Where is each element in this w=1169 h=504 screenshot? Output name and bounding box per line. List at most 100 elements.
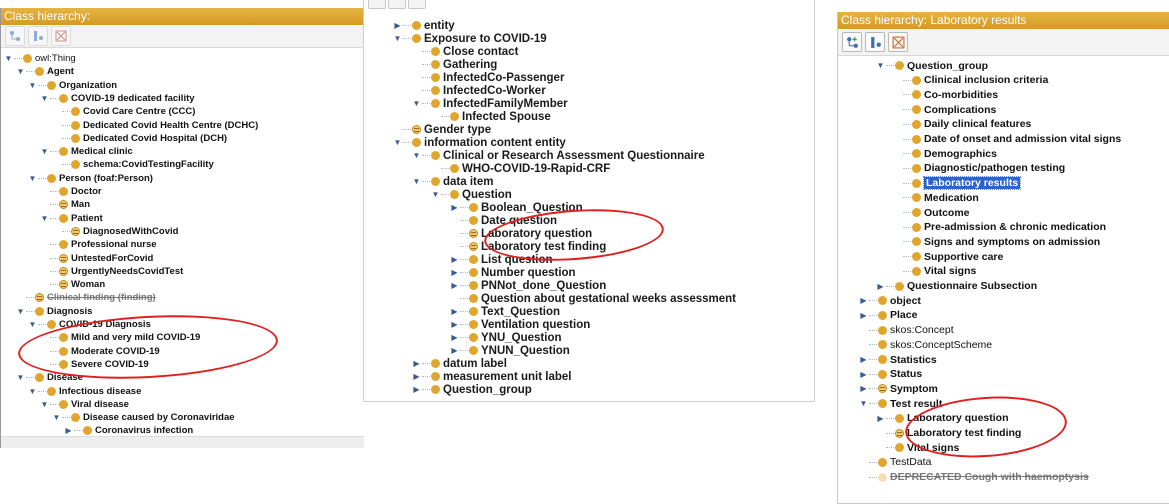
class-label[interactable]: List question bbox=[481, 254, 553, 266]
tree-node[interactable]: ▼ COVID-19 Diagnosis bbox=[27, 318, 151, 331]
collapse-toggle-icon[interactable]: ▼ bbox=[15, 67, 26, 76]
horizontal-scrollbar[interactable] bbox=[1, 436, 364, 448]
tree-node[interactable]: Pre-admission & chronic medication bbox=[892, 221, 1106, 234]
class-label[interactable]: skos:ConceptScheme bbox=[890, 339, 992, 351]
class-label[interactable]: entity bbox=[424, 20, 455, 32]
class-label[interactable]: Questionnaire Subsection bbox=[907, 280, 1037, 292]
class-label[interactable]: Status bbox=[890, 368, 922, 380]
tree-node[interactable]: ▼ Test result bbox=[858, 397, 943, 410]
delete-class-icon[interactable] bbox=[888, 32, 908, 52]
class-label[interactable]: Professional nurse bbox=[71, 239, 157, 250]
class-label[interactable]: WHO-COVID-19-Rapid-CRF bbox=[462, 163, 610, 175]
tree-node[interactable]: ▶ Statistics bbox=[858, 353, 937, 366]
class-label[interactable]: skos:Concept bbox=[890, 324, 954, 336]
tree-node[interactable]: ▼ Diagnosis bbox=[15, 305, 93, 318]
class-label[interactable]: object bbox=[890, 295, 921, 307]
tree-node[interactable]: ▶ Questionnaire Subsection bbox=[875, 280, 1037, 293]
class-label[interactable]: YNUN_Question bbox=[481, 345, 570, 357]
tree-node[interactable]: Laboratory results bbox=[892, 176, 1022, 191]
collapse-toggle-icon[interactable]: ▼ bbox=[27, 387, 38, 396]
delete-class-icon[interactable] bbox=[51, 26, 71, 46]
class-label[interactable]: Daily clinical features bbox=[924, 118, 1031, 130]
tree-node[interactable]: Mild and very mild COVID-19 bbox=[39, 331, 200, 344]
collapse-toggle-icon[interactable]: ▼ bbox=[392, 138, 403, 147]
expand-toggle-icon[interactable]: ▶ bbox=[411, 372, 422, 381]
tree-node[interactable]: ▼ data item bbox=[411, 175, 494, 188]
tree-node[interactable]: Gender type bbox=[392, 123, 491, 136]
tree-node[interactable]: ▶ YNUN_Question bbox=[449, 344, 570, 357]
collapse-toggle-icon[interactable]: ▼ bbox=[3, 54, 14, 63]
tree-node[interactable]: Laboratory test finding bbox=[449, 240, 606, 253]
class-label[interactable]: Co-morbidities bbox=[924, 89, 998, 101]
tree-node[interactable]: ▼ Exposure to COVID-19 bbox=[392, 32, 547, 45]
class-label[interactable]: Question_group bbox=[907, 60, 988, 72]
class-label[interactable]: UntestedForCovid bbox=[71, 253, 153, 264]
class-label[interactable]: Person (foaf:Person) bbox=[59, 173, 153, 184]
expand-toggle-icon[interactable]: ▶ bbox=[411, 385, 422, 394]
class-label[interactable]: Laboratory test finding bbox=[907, 427, 1021, 439]
delete-class-icon[interactable] bbox=[408, 0, 426, 9]
collapse-toggle-icon[interactable]: ▼ bbox=[15, 307, 26, 316]
class-label[interactable]: owl:Thing bbox=[35, 53, 76, 64]
class-label[interactable]: data item bbox=[443, 176, 494, 188]
class-label[interactable]: Laboratory results bbox=[922, 176, 1022, 191]
tree-node[interactable]: Diagnostic/pathogen testing bbox=[892, 162, 1065, 175]
tree-node[interactable]: ▶ datum label bbox=[411, 357, 506, 370]
class-label[interactable]: information content entity bbox=[424, 137, 566, 149]
expand-toggle-icon[interactable]: ▶ bbox=[875, 282, 886, 291]
expand-toggle-icon[interactable]: ▶ bbox=[449, 307, 460, 316]
collapse-toggle-icon[interactable]: ▼ bbox=[411, 99, 422, 108]
class-label[interactable]: Text_Question bbox=[481, 306, 560, 318]
class-label[interactable]: Question_group bbox=[443, 384, 532, 396]
collapse-toggle-icon[interactable]: ▼ bbox=[15, 373, 26, 382]
class-label[interactable]: Laboratory question bbox=[907, 412, 1009, 424]
tree-node[interactable]: Woman bbox=[39, 278, 105, 291]
expand-toggle-icon[interactable]: ▶ bbox=[858, 311, 869, 320]
tree-node[interactable]: Complications bbox=[892, 103, 996, 116]
tree-node[interactable]: Laboratory test finding bbox=[875, 427, 1021, 440]
class-label[interactable]: Patient bbox=[71, 213, 103, 224]
class-label[interactable]: Infected Spouse bbox=[462, 111, 551, 123]
collapse-toggle-icon[interactable]: ▼ bbox=[858, 399, 869, 408]
tree-node[interactable]: ▼ information content entity bbox=[392, 136, 566, 149]
class-label[interactable]: Gender type bbox=[424, 124, 491, 136]
class-label[interactable]: Coronavirus infection bbox=[95, 425, 193, 436]
class-label[interactable]: Organization bbox=[59, 80, 117, 91]
tree-node[interactable]: ▶ measurement unit label bbox=[411, 370, 571, 383]
tree-node[interactable]: skos:ConceptScheme bbox=[858, 338, 992, 351]
tree-node[interactable]: Gathering bbox=[411, 58, 497, 71]
expand-toggle-icon[interactable]: ▶ bbox=[449, 346, 460, 355]
class-label[interactable]: Ventilation question bbox=[481, 319, 590, 331]
expand-toggle-icon[interactable]: ▶ bbox=[858, 384, 869, 393]
tree-node[interactable]: ▶ Place bbox=[858, 309, 917, 322]
class-label[interactable]: Outcome bbox=[924, 207, 970, 219]
tree-node[interactable]: Close contact bbox=[411, 45, 518, 58]
class-label[interactable]: schema:CovidTestingFacility bbox=[83, 159, 214, 170]
class-label[interactable]: YNU_Question bbox=[481, 332, 562, 344]
tree-node[interactable]: ▼ Viral disease bbox=[39, 398, 129, 411]
expand-toggle-icon[interactable]: ▶ bbox=[449, 320, 460, 329]
expand-toggle-icon[interactable]: ▶ bbox=[858, 296, 869, 305]
tree-node[interactable]: Dedicated Covid Hospital (DCH) bbox=[51, 132, 227, 145]
class-label[interactable]: Exposure to COVID-19 bbox=[424, 33, 547, 45]
class-label[interactable]: Question about gestational weeks assessm… bbox=[481, 293, 736, 305]
tree-node[interactable]: ▶ Text_Question bbox=[449, 305, 560, 318]
collapse-toggle-icon[interactable]: ▼ bbox=[39, 400, 50, 409]
tree-node[interactable]: Co-morbidities bbox=[892, 88, 998, 101]
expand-toggle-icon[interactable]: ▶ bbox=[449, 203, 460, 212]
expand-toggle-icon[interactable]: ▶ bbox=[449, 268, 460, 277]
tree-node[interactable]: Date question bbox=[449, 214, 557, 227]
class-label[interactable]: Clinical finding (finding) bbox=[47, 292, 156, 303]
tree-node[interactable]: Dedicated Covid Health Centre (DCHC) bbox=[51, 119, 258, 132]
tree-node[interactable]: Supportive care bbox=[892, 250, 1003, 263]
class-label[interactable]: Statistics bbox=[890, 354, 937, 366]
collapse-toggle-icon[interactable]: ▼ bbox=[411, 151, 422, 160]
tree-node[interactable]: ▼ Patient bbox=[39, 212, 103, 225]
collapse-toggle-icon[interactable]: ▼ bbox=[27, 81, 38, 90]
tree-node[interactable]: Outcome bbox=[892, 206, 970, 219]
expand-toggle-icon[interactable]: ▶ bbox=[449, 281, 460, 290]
tree-node[interactable]: WHO-COVID-19-Rapid-CRF bbox=[430, 162, 610, 175]
class-label[interactable]: Vital signs bbox=[907, 442, 959, 454]
add-subclass-icon[interactable] bbox=[368, 0, 386, 9]
tree-node[interactable]: ▶ Boolean_Question bbox=[449, 201, 582, 214]
